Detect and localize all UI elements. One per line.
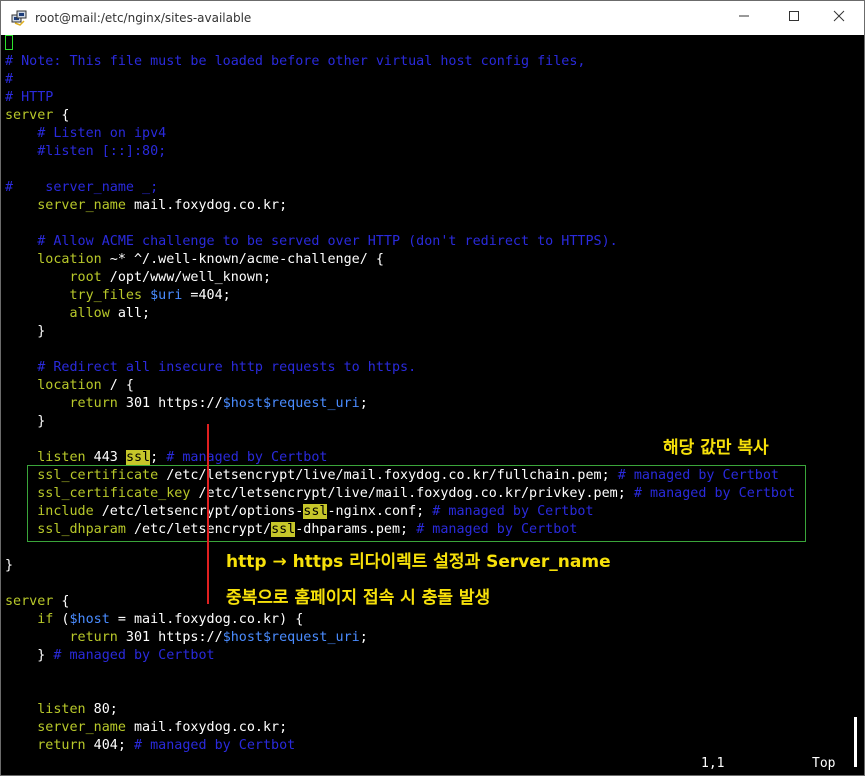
code-text: 301 https:// [117,630,223,645]
code-text: = mail.foxydog.co.kr) { [109,612,304,627]
editor-line-35: } # managed by Certbot [5,647,215,665]
keyword: listen [5,450,86,465]
title-bar[interactable]: root@mail:/etc/nginx/sites-available [1,1,864,35]
text-cursor [5,35,13,50]
maximize-button[interactable] [771,7,817,29]
editor-line-12: # Allow ACME challenge to be served over… [5,234,618,249]
variable: $uri [150,288,183,303]
code-text: 443 [85,450,126,465]
editor-line-34: return 301 https://$host$request_uri; [5,629,368,647]
terminal-window: root@mail:/etc/nginx/sites-available # N… [0,0,865,776]
code-text: ; [150,450,167,465]
editor-line-15: try_files $uri =404; [5,287,231,305]
code-text: =404; [182,288,231,303]
code-text: { [53,108,70,123]
code-text: 404; [85,738,134,753]
variable: $host$request_uri [222,630,360,645]
keyword: root [5,270,102,285]
editor-line-19: # Redirect all insecure http requests to… [5,360,417,375]
cursor-position: 1,1 [701,756,725,771]
editor-line-9: # server_name _; [5,180,159,195]
editor-line-33: if ($host = mail.foxydog.co.kr) { [5,611,303,629]
keyword: allow [5,306,110,321]
code-text: } [5,648,46,663]
comment: # managed by Certbot [166,450,328,465]
minimize-button[interactable] [721,7,767,29]
code-text: /opt/www/well_known; [101,270,272,285]
terminal-text-area[interactable]: # Note: This file must be loaded before … [2,35,848,775]
editor-line-3: # [5,72,14,87]
code-text: 80; [85,702,118,717]
editor-line-14: root /opt/www/well_known; [5,269,271,287]
keyword: return [5,630,118,645]
code-text: / { [101,378,134,393]
close-button[interactable] [816,7,862,29]
editor-line-17: } [5,324,46,339]
editor-line-30: } [5,558,14,573]
code-text: mail.foxydog.co.kr; [125,720,288,735]
editor-line-7: #listen [::]:80; [5,144,167,159]
code-text: ~* ^/.well-known/acme-challenge/ { [101,252,384,267]
keyword: if [5,612,54,627]
editor-line-22: } [5,414,46,429]
close-icon [833,10,845,22]
editor-line-6: # Listen on ipv4 [5,126,167,141]
putty-app-icon [11,10,27,26]
keyword: server [5,594,54,609]
scroll-position: Top [812,756,836,771]
code-text: all; [109,306,151,321]
editor-line-32: server { [5,593,70,611]
keyword: server_name [5,198,126,213]
window-title: root@mail:/etc/nginx/sites-available [35,11,252,25]
editor-line-21: return 301 https://$host$request_uri; [5,395,368,413]
keyword: listen [5,702,86,717]
editor-line-38: listen 80; [5,701,118,719]
editor-line-4: # HTTP [5,90,54,105]
editor-line-2: # Note: This file must be loaded before … [5,54,586,69]
editor-line-16: allow all; [5,305,150,323]
editor-line-5: server { [5,107,70,125]
editor-line-20: location / { [5,377,134,395]
editor-line-1 [5,35,13,53]
highlight-box [27,465,806,542]
keyword: location [5,378,102,393]
code-text: 301 https:// [117,396,223,411]
annotation-divider-line [207,424,209,604]
keyword: try_files [5,288,143,303]
code-text: ; [359,396,368,411]
search-highlight: ssl [125,450,151,465]
comment: # managed by Certbot [45,648,215,663]
editor-line-40: return 404; # managed by Certbot [5,737,295,755]
conflict-note-line-2: 중복으로 홈페이지 접속 시 충돌 발생 [226,588,491,608]
code-text: ; [359,630,368,645]
keyword: server [5,108,54,123]
editor-line-10: server_name mail.foxydog.co.kr; [5,197,287,215]
copy-note-label: 해당 값만 복사 [663,438,769,458]
conflict-note-line-1: http → https 리다이렉트 설정과 Server_name [226,552,611,572]
vertical-scrollbar[interactable] [849,35,863,775]
editor-line-39: server_name mail.foxydog.co.kr; [5,719,287,737]
scrollbar-thumb[interactable] [854,717,857,767]
variable: $host [69,612,110,627]
editor-line-13: location ~* ^/.well-known/acme-challenge… [5,251,384,269]
keyword: server_name [5,720,126,735]
keyword: location [5,252,102,267]
comment: # managed by Certbot [134,738,296,753]
keyword: return [5,738,86,753]
code-text: mail.foxydog.co.kr; [125,198,288,213]
variable: $host$request_uri [222,396,360,411]
keyword: return [5,396,118,411]
maximize-icon [789,11,799,21]
minimize-icon [739,15,749,17]
code-text: { [53,594,70,609]
code-text: ( [53,612,70,627]
